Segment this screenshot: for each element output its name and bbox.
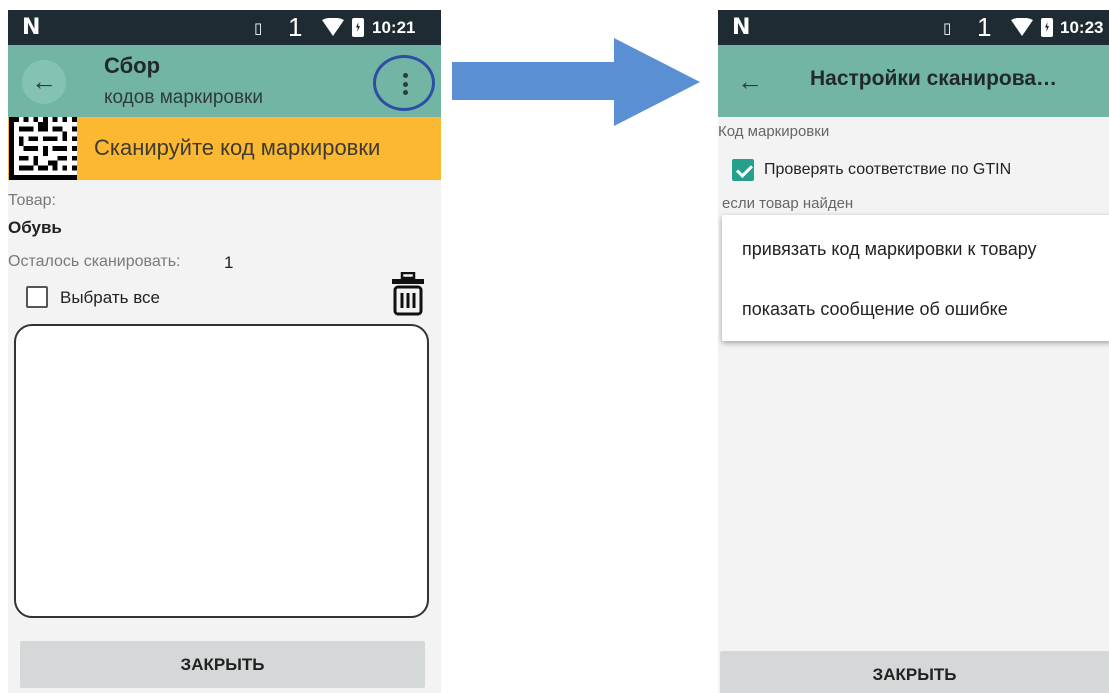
status-bar: N ▯ 1 10:23	[718, 10, 1109, 45]
select-all-label[interactable]: Выбрать все	[60, 288, 160, 308]
nfc-n-icon: N	[732, 15, 751, 40]
status-time: 10:21	[372, 18, 416, 37]
product-value: Обувь	[8, 218, 62, 237]
close-button[interactable]: ЗАКРЫТЬ	[720, 651, 1109, 693]
app-bar: ← Настройки сканирова…	[718, 45, 1109, 117]
page-subtitle: кодов маркировки	[104, 87, 263, 108]
dropdown-option[interactable]: показать сообщение об ошибке	[742, 299, 1008, 320]
right-screen: N ▯ 1 10:23 ← Настройки сканирова… Код м…	[718, 10, 1109, 693]
transition-arrow-icon	[452, 38, 700, 126]
found-label: если товар найден	[722, 195, 854, 212]
gtin-check-checkbox[interactable]	[732, 159, 754, 181]
more-options-button[interactable]	[373, 55, 435, 111]
scan-prompt: Сканируйте код маркировки	[94, 135, 381, 160]
dropdown-option[interactable]: привязать код маркировки к товару	[742, 239, 1037, 260]
arrow-back-icon[interactable]: ←	[728, 60, 772, 104]
wifi-icon	[1011, 18, 1033, 36]
remaining-label: Осталось сканировать:	[8, 253, 181, 270]
section-label: Код маркировки	[718, 123, 830, 140]
sim-indicator: 1	[288, 12, 303, 42]
page-title: Настройки сканирова…	[810, 67, 1058, 90]
left-screen: N ▯ 1 10:21 ← Сбор кодов маркировки Скан…	[8, 10, 441, 693]
app-bar: ← Сбор кодов маркировки	[8, 45, 441, 117]
trash-icon[interactable]	[390, 272, 426, 316]
remaining-value: 1	[224, 253, 234, 272]
more-vert-icon	[403, 73, 408, 95]
battery-charging-icon	[1041, 18, 1053, 37]
arrow-back-icon[interactable]: ←	[22, 60, 66, 104]
status-bar: N ▯ 1 10:21	[8, 10, 441, 45]
gtin-check-label[interactable]: Проверять соответствие по GTIN	[764, 161, 1011, 179]
vibrate-icon: ▯	[943, 20, 951, 37]
status-time: 10:23	[1060, 18, 1104, 37]
battery-charging-icon	[352, 18, 364, 37]
action-dropdown-menu: привязать код маркировки к товару показа…	[722, 215, 1109, 341]
page-title: Сбор	[104, 53, 161, 78]
datamatrix-icon	[9, 117, 77, 180]
wifi-icon	[322, 18, 344, 36]
close-button[interactable]: ЗАКРЫТЬ	[20, 641, 425, 688]
select-all-checkbox[interactable]	[26, 286, 48, 308]
sim-indicator: 1	[977, 12, 992, 42]
product-label: Товар:	[8, 192, 56, 209]
scanned-codes-list[interactable]	[14, 324, 429, 618]
scan-banner: Сканируйте код маркировки	[8, 117, 441, 180]
nfc-n-icon: N	[22, 15, 41, 40]
vibrate-icon: ▯	[254, 20, 262, 37]
